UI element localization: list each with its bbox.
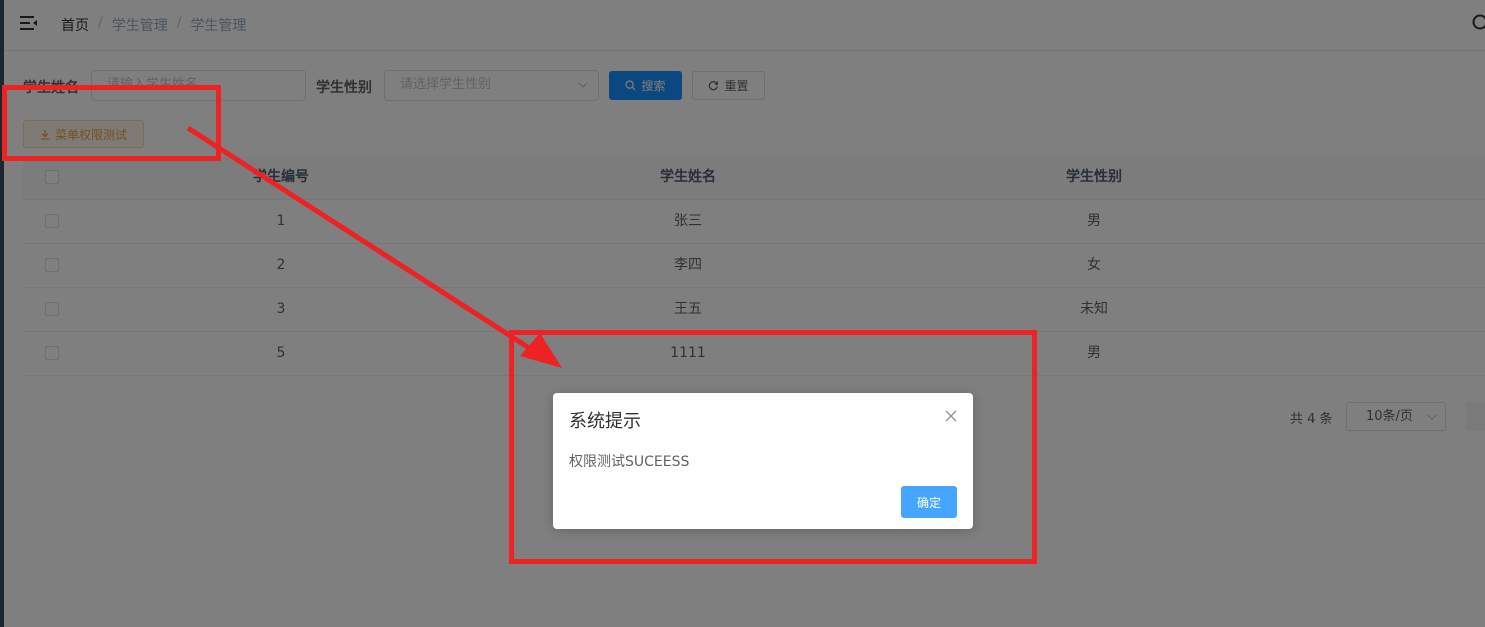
annotation-arrow (186, 125, 562, 368)
